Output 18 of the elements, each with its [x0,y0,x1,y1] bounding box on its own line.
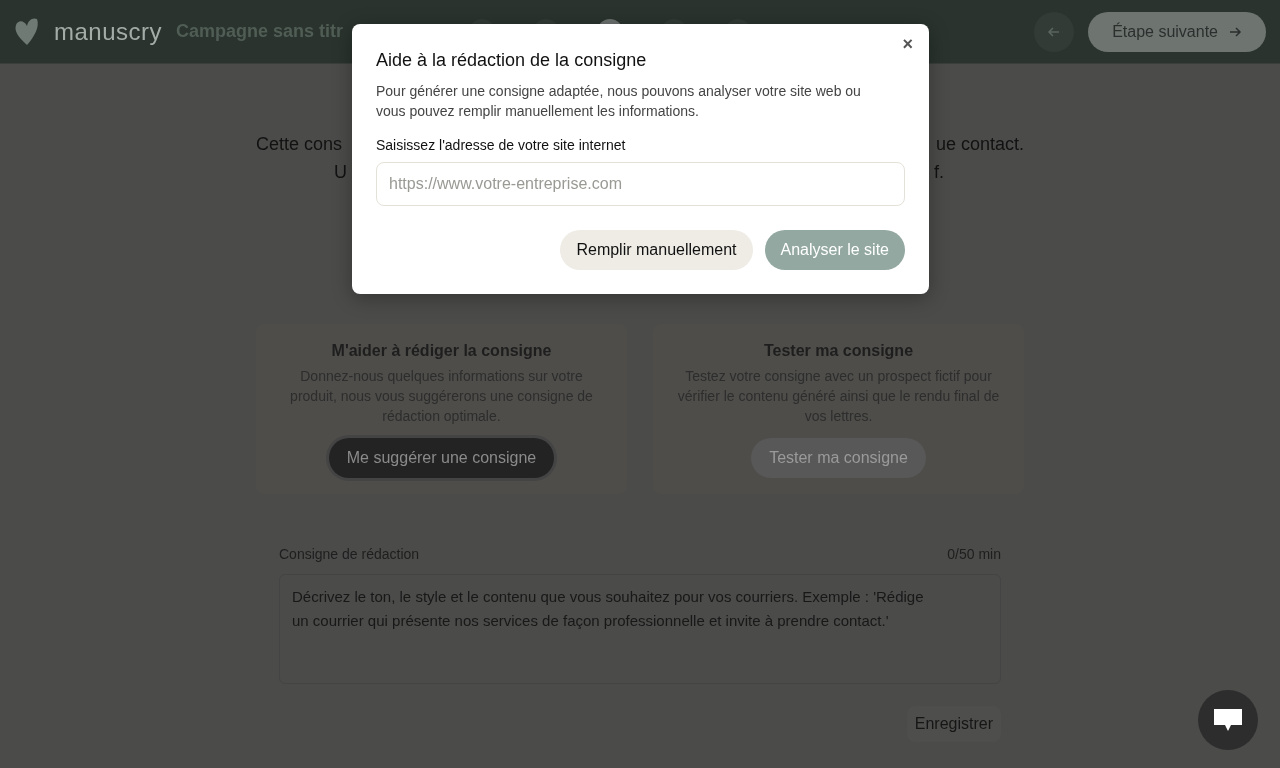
dialog-title: Aide à la rédaction de la consigne [376,50,648,71]
heart-icon [14,16,40,47]
logo-text: manuscry [54,17,163,46]
arrow-right-icon [1228,24,1242,39]
dialog-description: Pour générer une consigne adaptée, nous pouvons analyser votre site web ou vous pouvez remplir manuellement les informations. [376,82,862,121]
website-input[interactable]: https://www.votre-entreprise.com [376,162,905,206]
chat-icon [1213,707,1243,733]
intro-text: U [334,161,347,184]
card-button[interactable]: Me suggérer une consigne [328,438,555,478]
close-button[interactable]: × [898,32,917,57]
intro-text: ue contact. [935,133,1024,156]
intro-text: Cette cons [256,133,343,156]
arrow-left-icon [1047,24,1062,39]
manual-fill-button[interactable]: Remplir manuellement [560,230,753,270]
analyze-button[interactable]: Analyser le site [764,230,905,270]
chat-button[interactable] [1198,690,1258,750]
next-step-button[interactable]: Étape suivante [1088,11,1266,52]
field-label: Saisissez l'adresse de votre site internet [376,137,627,153]
